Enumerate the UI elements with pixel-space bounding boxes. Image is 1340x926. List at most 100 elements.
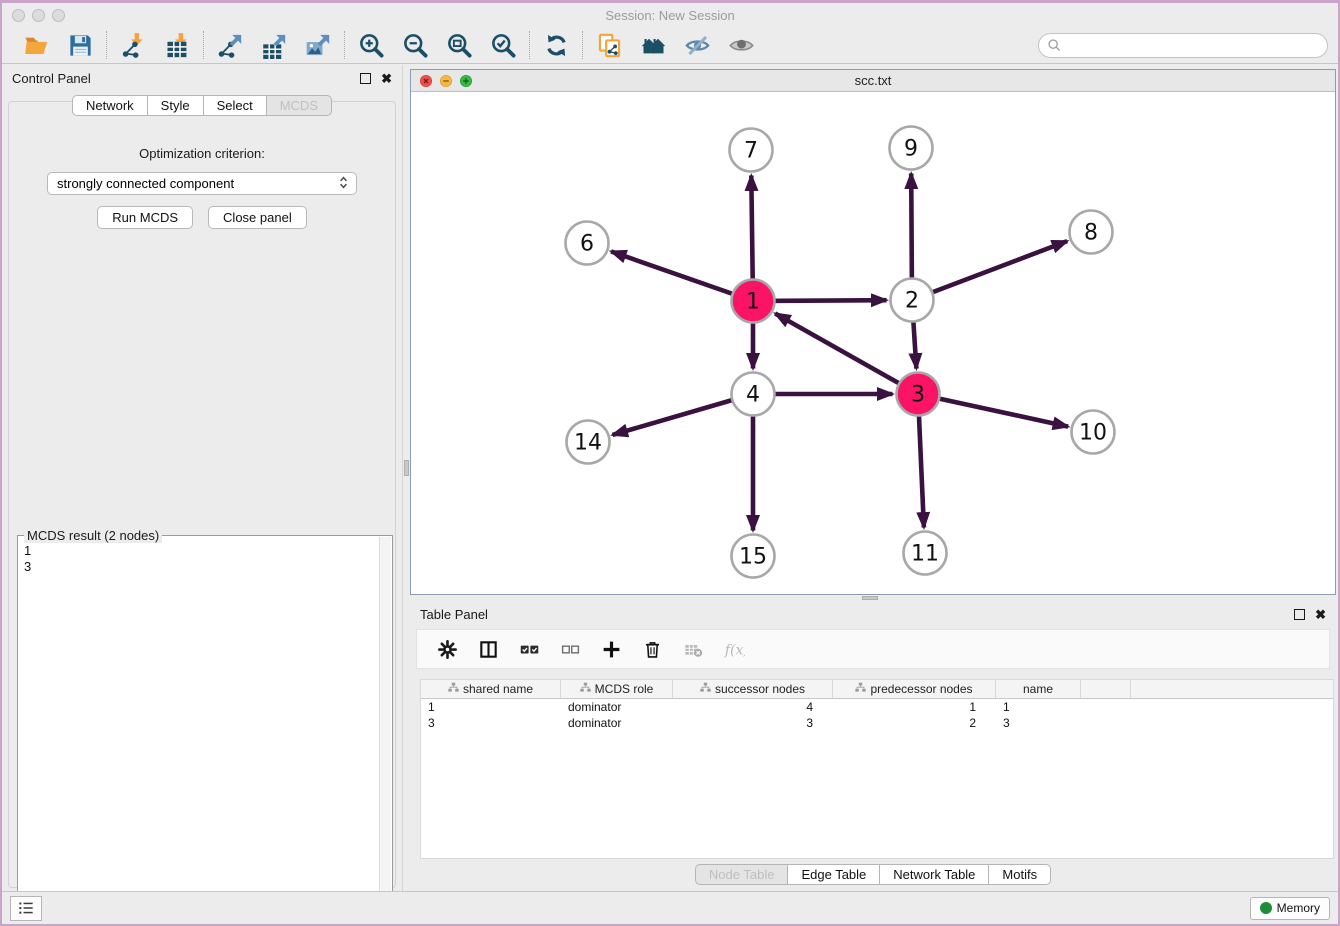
tab-node-table[interactable]: Node Table [695,864,789,885]
graph-edge-3-10[interactable] [918,394,1068,427]
control-panel-title: Control Panel [12,71,91,86]
mcds-result-line: 1 [24,543,373,559]
tab-mcds[interactable]: MCDS [266,95,332,116]
table-cell: 1 [996,699,1081,715]
title-bar: Session: New Session [2,3,1338,27]
control-panel-close-button[interactable]: ✖ [381,72,392,85]
svg-text:7: 7 [744,139,758,164]
graph-node-14[interactable]: 14 [567,421,610,464]
add-row-button[interactable] [599,637,623,661]
table-panel-float-button[interactable] [1294,609,1305,620]
select-all-button[interactable] [517,637,541,661]
tab-edge-table[interactable]: Edge Table [787,864,880,885]
table-row[interactable]: 3dominator323 [421,715,1333,731]
zoom-fit-icon [446,32,473,59]
splitter-grip[interactable] [404,460,409,476]
save-session-button[interactable] [63,29,97,61]
import-network-button[interactable] [116,29,150,61]
table-panel-close-button[interactable]: ✖ [1315,608,1326,621]
graph-node-4[interactable]: 4 [732,373,775,416]
run-mcds-button[interactable]: Run MCDS [97,206,193,229]
mcds-result-values: 13 [18,540,379,903]
deselect-all-button[interactable] [558,637,582,661]
graph-node-15[interactable]: 15 [732,535,775,578]
search-box[interactable] [1038,33,1328,58]
function-icon: f(x) [724,639,745,660]
table-cell: 1 [833,699,996,715]
toolbar-group [345,29,529,61]
zoom-out-button[interactable] [398,29,432,61]
graph-node-7[interactable]: 7 [730,129,773,172]
table-body: 1dominator4113dominator323 [421,699,1333,731]
table-toolbar: f(x) [416,629,1330,669]
column-header-predecessor-nodes[interactable]: predecessor nodes [833,680,996,698]
columns-button[interactable] [476,637,500,661]
graph-node-3[interactable]: 3 [897,373,940,416]
save-session-icon [67,32,94,59]
network-window-titlebar[interactable]: scc.txt [411,70,1335,92]
criterion-dropdown[interactable]: strongly connected component [47,172,357,195]
result-vertical-scrollbar[interactable] [379,537,391,903]
show-panel-button[interactable] [724,29,758,61]
refresh-button[interactable] [539,29,573,61]
tab-motifs[interactable]: Motifs [988,864,1051,885]
svg-text:6: 6 [580,232,594,257]
column-header-successor-nodes[interactable]: successor nodes [673,680,833,698]
function-button[interactable]: f(x) [722,637,746,661]
graph-edge-3-1[interactable] [775,314,918,395]
memory-button[interactable]: Memory [1250,897,1330,920]
criterion-dropdown-value: strongly connected component [57,176,234,191]
export-network-button[interactable] [213,29,247,61]
memory-status-icon [1260,902,1272,914]
vertical-splitter[interactable] [402,65,410,896]
export-image-button[interactable] [301,29,335,61]
graph-node-10[interactable]: 10 [1072,411,1115,454]
table-row[interactable]: 1dominator411 [421,699,1333,715]
column-header-shared-name[interactable]: shared name [421,680,561,698]
tab-select[interactable]: Select [203,95,267,116]
graph-node-6[interactable]: 6 [566,222,609,265]
graph-node-1[interactable]: 1 [732,280,775,323]
svg-text:1: 1 [746,290,760,315]
zoom-selected-button[interactable] [486,29,520,61]
column-header-name[interactable]: name [996,680,1081,698]
app-window: Session: New Session Control Panel ✖ Net… [0,0,1340,926]
search-input[interactable] [1067,38,1319,53]
open-session-button[interactable] [19,29,53,61]
control-panel-float-button[interactable] [360,73,371,84]
graph-node-9[interactable]: 9 [890,127,933,170]
graph-node-8[interactable]: 8 [1070,211,1113,254]
zoom-in-icon [358,32,385,59]
export-table-button[interactable] [257,29,291,61]
home-button[interactable] [636,29,670,61]
export-table-icon [261,32,288,59]
column-header-MCDS-role[interactable]: MCDS role [561,680,673,698]
list-icon [16,898,36,918]
graph-node-11[interactable]: 11 [904,532,947,575]
network-canvas[interactable]: 7 9 6 8 1 2 4 3 14 10 15 11 [411,92,1335,594]
table-cell: dominator [561,699,673,715]
hierarchy-icon [580,682,591,696]
tab-style[interactable]: Style [147,95,204,116]
delete-row-button[interactable] [640,637,664,661]
tab-network[interactable]: Network [72,95,148,116]
mcds-tab-content: Optimization criterion: strongly connect… [8,101,396,888]
mcds-result-box[interactable]: MCDS result (2 nodes) 13 [17,535,393,917]
toolbar-group [204,29,344,61]
control-panel: Control Panel ✖ NetworkStyleSelectMCDS O… [2,65,402,896]
graph-edge-2-8[interactable] [912,241,1067,300]
zoom-in-button[interactable] [354,29,388,61]
table-cell: 3 [996,715,1081,731]
task-history-button[interactable] [10,896,42,921]
column-header-empty [1081,680,1131,698]
copy-view-button[interactable] [592,29,626,61]
splitter-grip[interactable] [862,596,878,600]
close-panel-button[interactable]: Close panel [208,206,307,229]
hide-panel-button[interactable] [680,29,714,61]
tab-network-table[interactable]: Network Table [879,864,989,885]
import-table-button[interactable] [160,29,194,61]
gear-button[interactable] [435,637,459,661]
delete-table-button[interactable] [681,637,705,661]
zoom-fit-button[interactable] [442,29,476,61]
graph-node-2[interactable]: 2 [891,279,934,322]
